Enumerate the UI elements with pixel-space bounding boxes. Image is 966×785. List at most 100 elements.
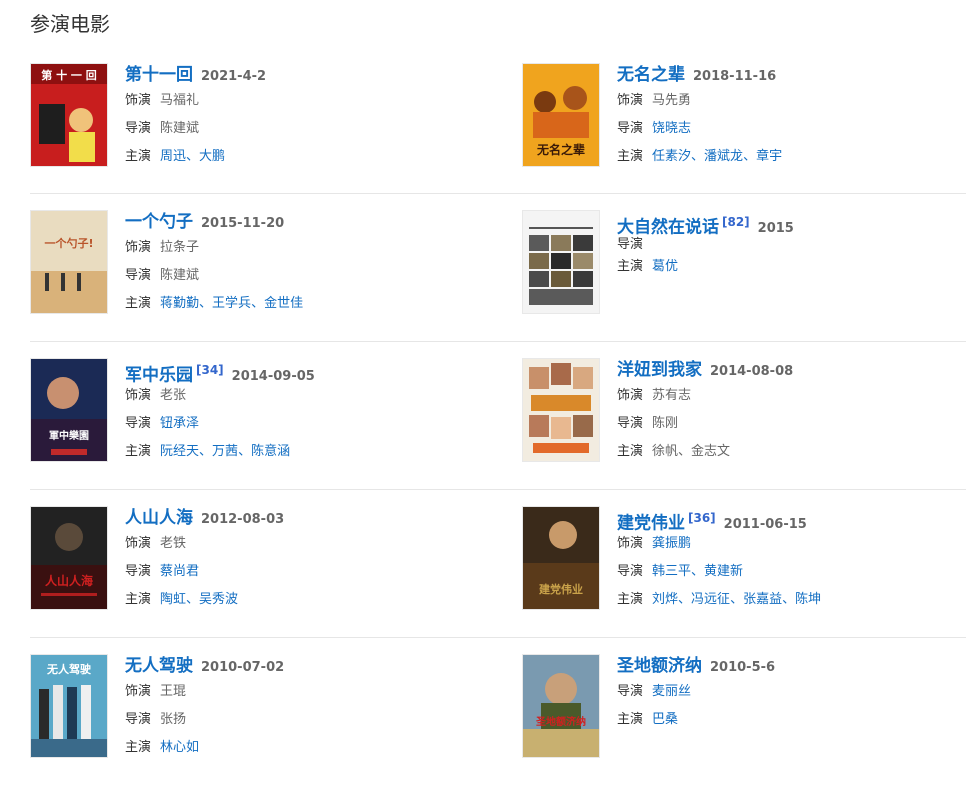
svg-text:一个勺子!: 一个勺子! bbox=[44, 236, 93, 250]
film-title-link[interactable]: 无名之辈 bbox=[617, 65, 685, 85]
film-date: 2014-08-08 bbox=[710, 364, 794, 379]
cast-label: 主演 bbox=[125, 296, 152, 311]
director-label: 导演 bbox=[125, 121, 152, 136]
cast-link[interactable]: 蒋勤勤 bbox=[160, 296, 199, 311]
cast-link[interactable]: 大鹏 bbox=[199, 149, 225, 164]
film-date: 2011-06-15 bbox=[723, 517, 807, 533]
film-info: 无名之辈 2018-11-16 饰演 马先勇 导演 饶晓志 主演 任素汐、潘斌龙、章宇 bbox=[617, 63, 962, 171]
section-title: 参演电影 bbox=[30, 12, 110, 36]
film-poster[interactable]: 軍中樂園 bbox=[30, 358, 108, 462]
film-title-link[interactable]: 洋妞到我家 bbox=[617, 360, 702, 380]
film-row: 第 十 一 回 第十一回 2021-4-2 饰演 马福礼 导演 陈建斌 主演 周迅、大鹏 bbox=[30, 47, 966, 193]
director-label: 导演 bbox=[617, 564, 644, 579]
film-info: 第十一回 2021-4-2 饰演 马福礼 导演 陈建斌 主演 周迅、大鹏 bbox=[125, 63, 470, 171]
separator: 、 bbox=[251, 296, 265, 311]
cast-label: 主演 bbox=[617, 259, 644, 274]
film-poster[interactable]: 第 十 一 回 bbox=[30, 63, 108, 167]
cast-label: 主演 bbox=[617, 149, 644, 164]
cast-link[interactable]: 刘烨 bbox=[652, 592, 678, 607]
film-info: 一个勺子 2015-11-20 饰演 拉条子 导演 陈建斌 主演 蒋勤勤、王学兵、金世佳 bbox=[125, 210, 470, 318]
film-title-link[interactable]: 人山人海 bbox=[125, 508, 193, 528]
film-info: 人山人海 2012-08-03 饰演 老铁 导演 蔡尚君 主演 陶虹、吴秀波 bbox=[125, 506, 470, 614]
reference-link[interactable]: [36] bbox=[688, 511, 716, 525]
film-grid: 第 十 一 回 第十一回 2021-4-2 饰演 马福礼 导演 陈建斌 主演 周迅、大鹏 bbox=[30, 47, 966, 785]
cast-link[interactable]: 陈意涵 bbox=[251, 444, 290, 459]
film-date: 2018-11-16 bbox=[693, 69, 777, 84]
film-card: 无名之辈 无名之辈 2018-11-16 饰演 马先勇 导演 饶晓志 主演 任素汐、潘斌… bbox=[522, 63, 962, 173]
separator: 、 bbox=[730, 592, 744, 607]
role-value: 老铁 bbox=[160, 536, 187, 551]
director-link[interactable]: 韩三平 bbox=[652, 564, 691, 579]
cast-link[interactable]: 张嘉益 bbox=[743, 592, 782, 607]
cast-link[interactable]: 任素汐 bbox=[652, 149, 691, 164]
reference-link[interactable]: [34] bbox=[196, 363, 224, 377]
cast-link[interactable]: 陶虹 bbox=[160, 592, 186, 607]
svg-text:軍中樂園: 軍中樂園 bbox=[49, 429, 89, 442]
role-value: 马先勇 bbox=[652, 93, 692, 108]
film-poster[interactable]: 无名之辈 bbox=[522, 63, 600, 167]
cast-label: 主演 bbox=[125, 740, 152, 755]
cast-link[interactable]: 周迅 bbox=[160, 149, 186, 164]
director-link[interactable]: 蔡尚君 bbox=[160, 564, 199, 579]
film-row: 一个勺子! 一个勺子 2015-11-20 饰演 拉条子 导演 陈建斌 主演 蒋勤勤、王… bbox=[30, 193, 966, 341]
film-date: 2010-07-02 bbox=[201, 660, 285, 675]
cast-label: 主演 bbox=[617, 592, 644, 607]
cast-label: 主演 bbox=[125, 149, 152, 164]
cast-link[interactable]: 潘斌龙 bbox=[704, 149, 743, 164]
svg-text:第 十 一 回: 第 十 一 回 bbox=[41, 68, 97, 82]
svg-text:建党伟业: 建党伟业 bbox=[539, 582, 583, 596]
separator: 、 bbox=[691, 564, 705, 579]
separator: 、 bbox=[782, 592, 796, 607]
role-label: 饰演 bbox=[617, 536, 644, 551]
cast-link[interactable]: 王学兵 bbox=[212, 296, 251, 311]
role-value: 拉条子 bbox=[160, 240, 200, 255]
cast-value: 徐帆 bbox=[652, 444, 679, 459]
director-link[interactable]: 麦丽丝 bbox=[652, 684, 691, 699]
film-poster[interactable]: 人山人海 bbox=[30, 506, 108, 610]
role-link[interactable]: 龚振鹏 bbox=[652, 536, 691, 551]
cast-link[interactable]: 阮经天 bbox=[160, 444, 199, 459]
svg-text:圣地额济纳: 圣地额济纳 bbox=[536, 715, 586, 728]
film-title-link[interactable]: 第十一回 bbox=[125, 65, 193, 85]
film-poster[interactable] bbox=[522, 358, 600, 462]
reference-link[interactable]: [82] bbox=[722, 215, 750, 229]
cast-link[interactable]: 巴桑 bbox=[652, 712, 678, 727]
cast-link[interactable]: 金世佳 bbox=[264, 296, 303, 311]
director-value: 陈刚 bbox=[652, 416, 679, 431]
separator: 、 bbox=[186, 149, 200, 164]
film-info: 军中乐园 [34] 2014-09-05 饰演 老张 导演 钮承泽 主演 阮经天、万茜、陈… bbox=[125, 358, 470, 466]
film-poster[interactable] bbox=[522, 210, 600, 314]
film-row: 无人驾驶 无人驾驶 2010-07-02 饰演王琨 导演张扬 主演林心如 bbox=[30, 637, 966, 785]
cast-link[interactable]: 万茜 bbox=[212, 444, 238, 459]
film-card: 軍中樂園 军中乐园 [34] 2014-09-05 饰演 老张 导演 钮承泽 主演 阮经天… bbox=[30, 358, 470, 468]
cast-link[interactable]: 林心如 bbox=[160, 740, 199, 755]
cast-link[interactable]: 陈坤 bbox=[795, 592, 821, 607]
separator: 、 bbox=[199, 296, 213, 311]
film-info: 洋妞到我家 2014-08-08 饰演 苏有志 导演 陈刚 主演 徐帆、金志文 bbox=[617, 358, 962, 466]
film-title-link[interactable]: 圣地额济纳 bbox=[617, 656, 702, 676]
role-value: 马福礼 bbox=[160, 93, 200, 108]
svg-text:无名之辈: 无名之辈 bbox=[536, 142, 585, 157]
director-link[interactable]: 黄建新 bbox=[704, 564, 743, 579]
separator: 、 bbox=[678, 592, 692, 607]
director-label: 导演 bbox=[125, 416, 152, 431]
film-title-link[interactable]: 一个勺子 bbox=[125, 212, 193, 232]
film-poster[interactable]: 一个勺子! bbox=[30, 210, 108, 314]
cast-link[interactable]: 章宇 bbox=[756, 149, 782, 164]
film-poster[interactable]: 无人驾驶 bbox=[30, 654, 108, 758]
director-label: 导演 bbox=[125, 712, 152, 727]
cast-label: 主演 bbox=[617, 712, 644, 727]
cast-link[interactable]: 冯远征 bbox=[691, 592, 730, 607]
film-poster[interactable]: 建党伟业 bbox=[522, 506, 600, 610]
film-title-link[interactable]: 无人驾驶 bbox=[125, 656, 193, 676]
director-link[interactable]: 饶晓志 bbox=[652, 121, 691, 136]
film-poster[interactable]: 圣地额济纳 bbox=[522, 654, 600, 758]
separator: 、 bbox=[678, 444, 692, 459]
director-link[interactable]: 钮承泽 bbox=[160, 416, 199, 431]
cast-link[interactable]: 吴秀波 bbox=[199, 592, 238, 607]
role-value: 苏有志 bbox=[652, 388, 692, 403]
cast-link[interactable]: 葛优 bbox=[652, 259, 678, 274]
cast-label: 主演 bbox=[125, 444, 152, 459]
separator: 、 bbox=[199, 444, 213, 459]
film-card: 无人驾驶 无人驾驶 2010-07-02 饰演 王琨 导演 张扬 主演 林心如 bbox=[30, 654, 470, 764]
